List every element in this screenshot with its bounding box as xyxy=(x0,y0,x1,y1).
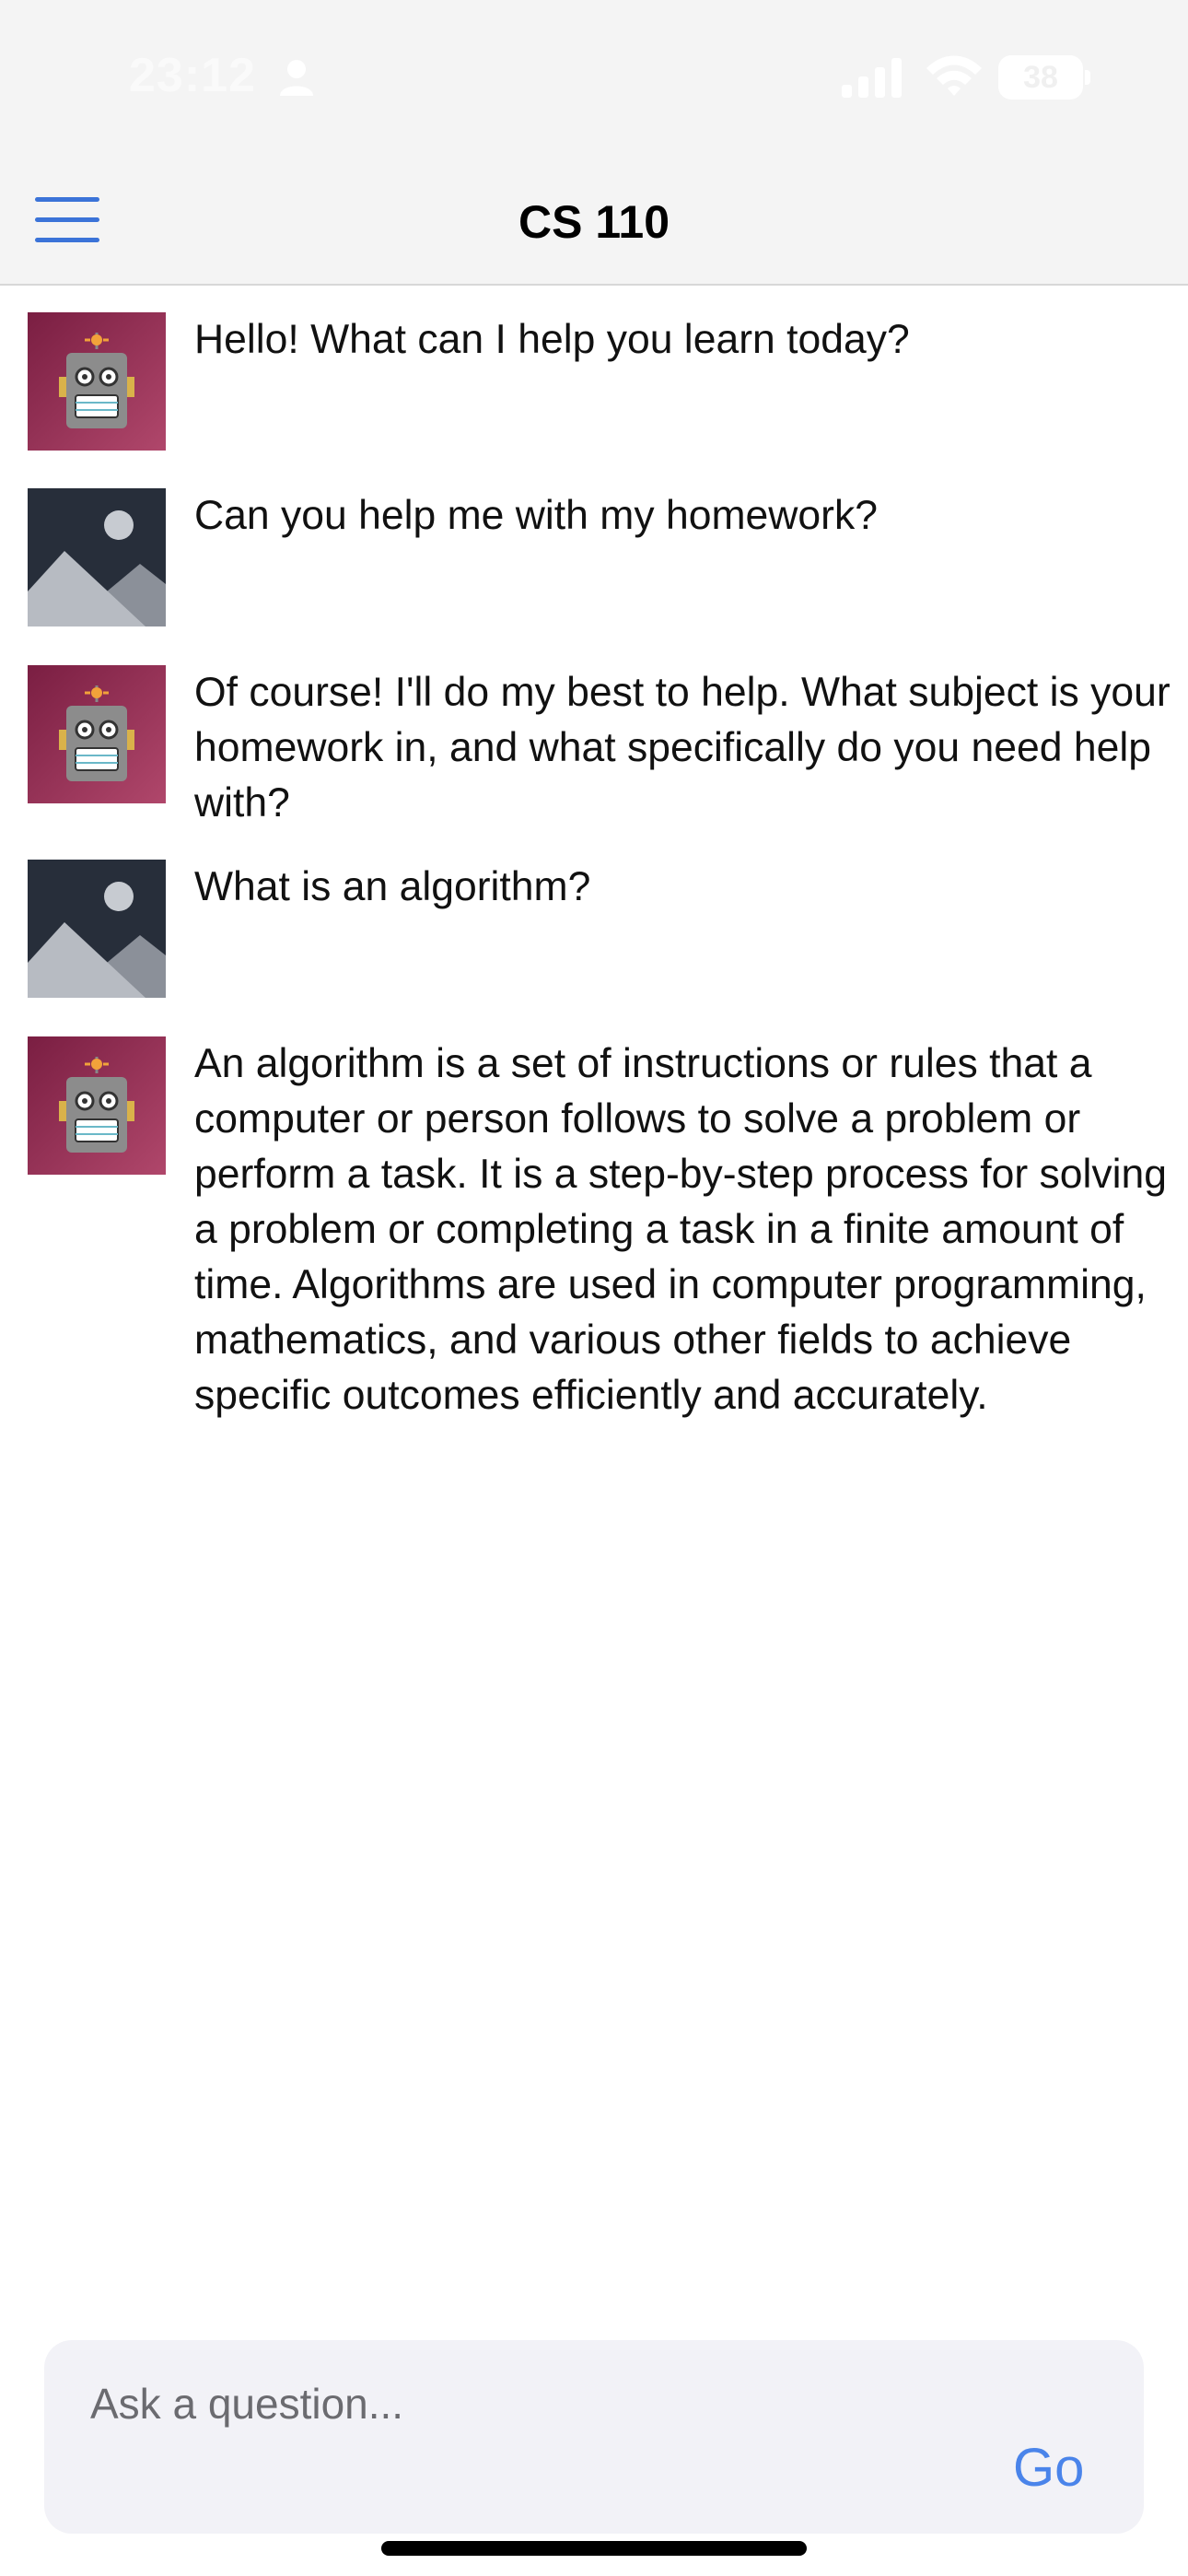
image-placeholder-icon xyxy=(28,488,166,626)
battery-tip xyxy=(1085,70,1090,85)
robot-icon xyxy=(28,665,166,803)
message-text: What is an algorithm? xyxy=(194,864,591,909)
robot-icon xyxy=(28,312,166,451)
message-text: An algorithm is a set of instructions or… xyxy=(194,1041,1168,1418)
question-input[interactable] xyxy=(88,2366,921,2441)
message-text: Hello! What can I help you learn today? xyxy=(194,317,910,362)
wifi-icon xyxy=(926,55,982,96)
message-text: Can you help me with my homework? xyxy=(194,493,878,538)
message-text: Of course! I'll do my best to help. What… xyxy=(194,670,1171,825)
person-icon xyxy=(280,60,313,96)
status-time: 23:12 xyxy=(129,49,256,102)
cellular-signal-icon xyxy=(842,58,902,98)
nav-bar: CS 110 xyxy=(0,158,1188,286)
status-bar: 23:12 38 xyxy=(0,0,1188,158)
question-composer: Go xyxy=(44,2340,1144,2534)
home-indicator xyxy=(381,2541,807,2556)
image-placeholder-icon xyxy=(28,860,166,998)
robot-icon xyxy=(28,1036,166,1175)
go-button[interactable]: Go xyxy=(965,2430,1131,2504)
page-title: CS 110 xyxy=(518,196,670,248)
battery-icon: 38 xyxy=(998,55,1083,100)
